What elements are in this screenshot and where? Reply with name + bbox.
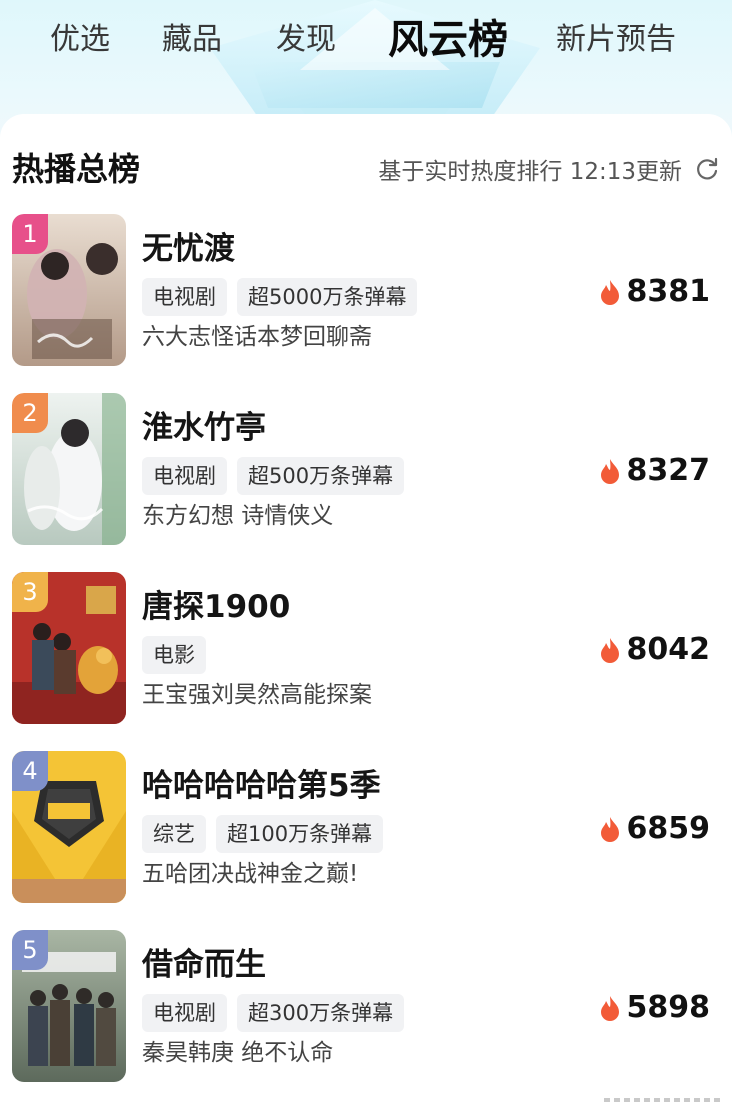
tag-list: 电视剧 超300万条弹幕 (142, 994, 405, 1032)
update-info: 基于实时热度排行 12:13更新 (378, 152, 720, 186)
tab-youxuan[interactable]: 优选 (50, 20, 110, 60)
tag-danmaku: 超5000万条弹幕 (237, 278, 418, 316)
flame-icon (600, 817, 619, 842)
tab-faxian[interactable]: 发现 (276, 20, 336, 60)
tag-danmaku: 超100万条弹幕 (216, 815, 384, 853)
item-description: 五哈团决战神金之巅! (142, 861, 359, 887)
update-text: 基于实时热度排行 12:13更新 (378, 159, 682, 185)
tag-category: 电视剧 (142, 278, 227, 316)
tag-danmaku: 超300万条弹幕 (237, 994, 405, 1032)
flame-icon (600, 996, 619, 1021)
heat-score: 6859 (599, 809, 711, 849)
poster-thumbnail[interactable]: 3 (12, 572, 126, 724)
item-description: 王宝强刘昊然高能探案 (142, 682, 372, 708)
tag-list: 电视剧 超500万条弹幕 (142, 457, 405, 495)
heat-score: 8042 (599, 630, 711, 670)
heat-value: 5898 (626, 990, 711, 1025)
poster-thumbnail[interactable]: 4 (12, 751, 126, 903)
tag-category: 综艺 (142, 815, 206, 853)
flame-icon (600, 280, 619, 305)
item-title[interactable]: 淮水竹亭 (142, 407, 266, 449)
flame-icon (600, 638, 619, 663)
ranking-list-item[interactable]: 1 无忧渡 电视剧 超5000万条弹幕 六大志怪话本梦回聊斋 8381 (0, 214, 732, 374)
tag-category: 电视剧 (142, 457, 227, 495)
heat-score: 5898 (599, 988, 711, 1028)
heat-value: 6859 (626, 811, 711, 846)
tag-category: 电影 (142, 636, 206, 674)
ranking-list-item[interactable]: 5 借命而生 电视剧 超300万条弹幕 秦昊韩庚 绝不认命 5898 (0, 930, 732, 1090)
item-title[interactable]: 无忧渡 (142, 228, 235, 270)
rank-badge: 3 (12, 572, 48, 612)
item-description: 六大志怪话本梦回聊斋 (142, 324, 372, 350)
tab-fengyunbang[interactable]: 风云榜 (388, 14, 508, 66)
rank-badge: 4 (12, 751, 48, 791)
flame-icon (600, 459, 619, 484)
refresh-icon[interactable] (694, 156, 720, 182)
heat-value: 8327 (626, 453, 711, 488)
rank-badge: 5 (12, 930, 48, 970)
poster-thumbnail[interactable]: 1 (12, 214, 126, 366)
ranking-list-item[interactable]: 2 淮水竹亭 电视剧 超500万条弹幕 东方幻想 诗情侠义 8327 (0, 393, 732, 553)
poster-thumbnail[interactable]: 2 (12, 393, 126, 545)
section-title: 热播总榜 (12, 150, 141, 188)
rank-badge: 1 (12, 214, 48, 254)
tag-list: 综艺 超100万条弹幕 (142, 815, 384, 853)
ranking-list-item[interactable]: 4 哈哈哈哈哈第5季 综艺 超100万条弹幕 五哈团决战神金之巅! 6859 (0, 751, 732, 911)
item-title[interactable]: 哈哈哈哈哈第5季 (142, 765, 381, 807)
tag-list: 电视剧 超5000万条弹幕 (142, 278, 418, 316)
tag-category: 电视剧 (142, 994, 227, 1032)
tag-list: 电影 (142, 636, 206, 674)
ranking-list-item[interactable]: 3 唐探1900 电影 王宝强刘昊然高能探案 8042 (0, 572, 732, 732)
item-title[interactable]: 借命而生 (142, 944, 266, 986)
tab-xinpian-yugao[interactable]: 新片预告 (556, 20, 676, 60)
heat-score: 8381 (599, 272, 711, 312)
heat-value: 8381 (626, 274, 711, 309)
rank-badge: 2 (12, 393, 48, 433)
item-description: 秦昊韩庚 绝不认命 (142, 1040, 334, 1066)
watermark-dots (604, 1098, 720, 1102)
item-title[interactable]: 唐探1900 (142, 586, 290, 628)
heat-value: 8042 (626, 632, 711, 667)
tab-cangpin[interactable]: 藏品 (162, 20, 222, 60)
heat-score: 8327 (599, 451, 711, 491)
tag-danmaku: 超500万条弹幕 (237, 457, 405, 495)
top-tab-bar: 优选 藏品 发现 风云榜 新片预告 (0, 0, 732, 84)
poster-thumbnail[interactable]: 5 (12, 930, 126, 1082)
item-description: 东方幻想 诗情侠义 (142, 503, 334, 529)
